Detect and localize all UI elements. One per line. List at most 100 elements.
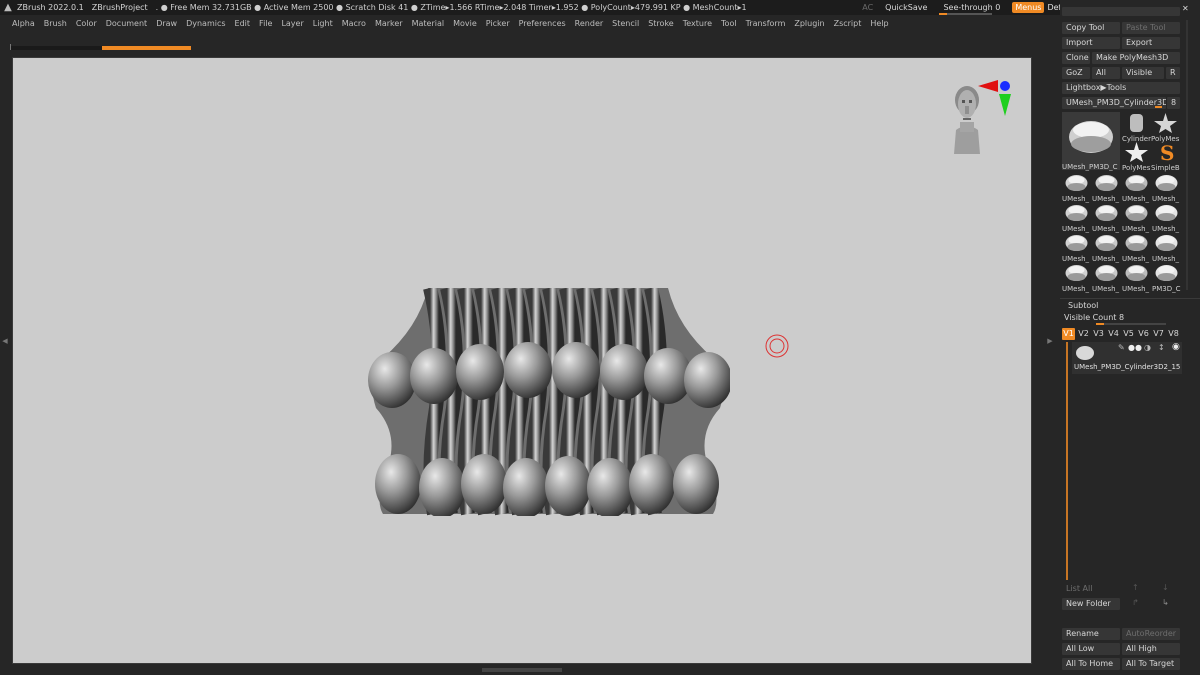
- menu-edit[interactable]: Edit: [235, 19, 251, 28]
- tool-thumbnail[interactable]: PM3D_C: [1152, 262, 1181, 293]
- current-tool-slider-knob[interactable]: [1155, 106, 1162, 108]
- sculpt-mesh[interactable]: [368, 288, 730, 516]
- subtool-polypaint-icon[interactable]: ◑: [1144, 343, 1151, 352]
- goz-button[interactable]: GoZ: [1062, 67, 1090, 79]
- see-through-slider[interactable]: See-through 0: [939, 3, 1000, 15]
- visibility-set-v1[interactable]: V1: [1062, 328, 1075, 340]
- navigation-head-icon[interactable]: [948, 78, 1018, 158]
- menu-zplugin[interactable]: Zplugin: [794, 19, 824, 28]
- tool-thumbnail-polymesh-1[interactable]: PolyMes: [1151, 112, 1180, 143]
- all-to-target-button[interactable]: All To Target: [1122, 658, 1180, 670]
- copy-tool-button[interactable]: Copy Tool: [1062, 22, 1120, 34]
- visible-count-knob[interactable]: [1096, 323, 1104, 325]
- tool-thumbnail[interactable]: UMesh_: [1122, 202, 1151, 233]
- paste-tool-button[interactable]: Paste Tool: [1122, 22, 1180, 34]
- auto-reorder-button[interactable]: AutoReorder: [1122, 628, 1180, 640]
- subtool-folder-icon[interactable]: ↕: [1158, 343, 1165, 352]
- menu-alpha[interactable]: Alpha: [12, 19, 35, 28]
- tool-thumbnail[interactable]: UMesh_: [1092, 202, 1121, 233]
- visibility-set-v3[interactable]: V3: [1092, 328, 1105, 340]
- menu-picker[interactable]: Picker: [486, 19, 510, 28]
- visible-count-label[interactable]: Visible Count 8: [1064, 313, 1124, 322]
- visibility-set-v2[interactable]: V2: [1077, 328, 1090, 340]
- move-up-icon[interactable]: ↑: [1132, 583, 1139, 592]
- menu-stroke[interactable]: Stroke: [648, 19, 674, 28]
- subtool-dots-icon[interactable]: ●●: [1128, 343, 1142, 352]
- menu-light[interactable]: Light: [313, 19, 333, 28]
- visibility-set-v7[interactable]: V7: [1152, 328, 1165, 340]
- subtool-brush-icon[interactable]: ✎: [1118, 343, 1125, 352]
- panel-close-icon[interactable]: ✕: [1182, 4, 1189, 13]
- menu-transform[interactable]: Transform: [746, 19, 786, 28]
- export-button[interactable]: Export: [1122, 37, 1180, 49]
- import-button[interactable]: Import: [1062, 37, 1120, 49]
- left-tray-handle[interactable]: ◀: [2, 335, 8, 347]
- tool-thumbnail[interactable]: UMesh_: [1152, 202, 1181, 233]
- goz-all-button[interactable]: All: [1092, 67, 1120, 79]
- load-save-strip[interactable]: [1062, 7, 1180, 16]
- menus-toggle[interactable]: Menus: [1012, 2, 1045, 13]
- goz-visible-button[interactable]: Visible: [1122, 67, 1164, 79]
- menu-file[interactable]: File: [259, 19, 272, 28]
- tool-thumbnail[interactable]: UMesh_: [1092, 232, 1121, 263]
- menu-layer[interactable]: Layer: [281, 19, 303, 28]
- menu-brush[interactable]: Brush: [44, 19, 67, 28]
- new-folder-button[interactable]: New Folder: [1062, 598, 1120, 610]
- make-polymesh-button[interactable]: Make PolyMesh3D: [1092, 52, 1180, 64]
- tool-thumbnail[interactable]: UMesh_: [1062, 232, 1091, 263]
- tool-thumbnail[interactable]: UMesh_: [1062, 202, 1091, 233]
- menu-marker[interactable]: Marker: [375, 19, 403, 28]
- menu-dynamics[interactable]: Dynamics: [186, 19, 225, 28]
- menu-document[interactable]: Document: [106, 19, 147, 28]
- lightbox-tools-button[interactable]: Lightbox▶Tools: [1062, 82, 1180, 94]
- subtool-eye-icon[interactable]: ◉: [1172, 342, 1180, 352]
- tool-thumbnail-polymesh-2[interactable]: PolyMes: [1122, 141, 1151, 172]
- clone-button[interactable]: Clone: [1062, 52, 1090, 64]
- goz-r-button[interactable]: R: [1166, 67, 1180, 79]
- menu-zscript[interactable]: Zscript: [834, 19, 862, 28]
- all-low-button[interactable]: All Low: [1062, 643, 1120, 655]
- tool-thumbnail[interactable]: UMesh_: [1122, 262, 1151, 293]
- menu-help[interactable]: Help: [870, 19, 888, 28]
- tool-thumbnail[interactable]: UMesh_: [1062, 262, 1091, 293]
- tool-thumbnail[interactable]: UMesh_: [1122, 172, 1151, 203]
- tool-thumbnail[interactable]: UMesh_: [1092, 262, 1121, 293]
- tool-thumbnail[interactable]: UMesh_: [1062, 172, 1091, 203]
- right-tray-handle[interactable]: ▶: [1047, 335, 1053, 347]
- menu-texture[interactable]: Texture: [683, 19, 712, 28]
- menu-movie[interactable]: Movie: [453, 19, 477, 28]
- rename-button[interactable]: Rename: [1062, 628, 1120, 640]
- menu-tool[interactable]: Tool: [721, 19, 737, 28]
- menu-color[interactable]: Color: [76, 19, 97, 28]
- tray-scrollbar[interactable]: [1186, 20, 1188, 290]
- tool-thumbnail-main[interactable]: UMesh_PM3D_C: [1062, 112, 1120, 171]
- menu-macro[interactable]: Macro: [342, 19, 366, 28]
- menu-material[interactable]: Material: [412, 19, 445, 28]
- tool-thumbnail[interactable]: UMesh_: [1092, 172, 1121, 203]
- menu-render[interactable]: Render: [575, 19, 603, 28]
- quicksave-button[interactable]: QuickSave: [885, 3, 927, 12]
- subtool-title[interactable]: Subtool: [1068, 301, 1098, 310]
- menu-stencil[interactable]: Stencil: [612, 19, 639, 28]
- current-tool-slider[interactable]: UMesh_PM3D_Cylinder3D2_1: [1062, 97, 1166, 109]
- menu-draw[interactable]: Draw: [156, 19, 177, 28]
- bottom-tray-handle[interactable]: [482, 668, 562, 672]
- tool-thumbnail[interactable]: UMesh_: [1122, 232, 1151, 263]
- arrow-right-down-icon[interactable]: ↳: [1162, 598, 1169, 607]
- visibility-set-v6[interactable]: V6: [1137, 328, 1150, 340]
- subtool-scrollbar[interactable]: [1066, 342, 1068, 580]
- tool-thumbnail[interactable]: UMesh_: [1152, 172, 1181, 203]
- visibility-set-v8[interactable]: V8: [1167, 328, 1180, 340]
- subtool-item[interactable]: ✎ ●● ◑ ↕ ◉ UMesh_PM3D_Cylinder3D2_15: [1072, 342, 1182, 374]
- all-high-button[interactable]: All High: [1122, 643, 1180, 655]
- list-all-button[interactable]: List All: [1062, 583, 1120, 595]
- document-canvas[interactable]: [12, 57, 1032, 664]
- visible-count-track[interactable]: [1104, 323, 1166, 325]
- visibility-set-v5[interactable]: V5: [1122, 328, 1135, 340]
- all-to-home-button[interactable]: All To Home: [1062, 658, 1120, 670]
- tool-thumbnail[interactable]: UMesh_: [1152, 232, 1181, 263]
- menu-preferences[interactable]: Preferences: [519, 19, 566, 28]
- ac-button[interactable]: AC: [862, 3, 873, 12]
- tool-thumbnail-simplebrush[interactable]: S SimpleB: [1151, 141, 1180, 172]
- tool-thumbnail-cylinder[interactable]: Cylinder: [1122, 112, 1151, 143]
